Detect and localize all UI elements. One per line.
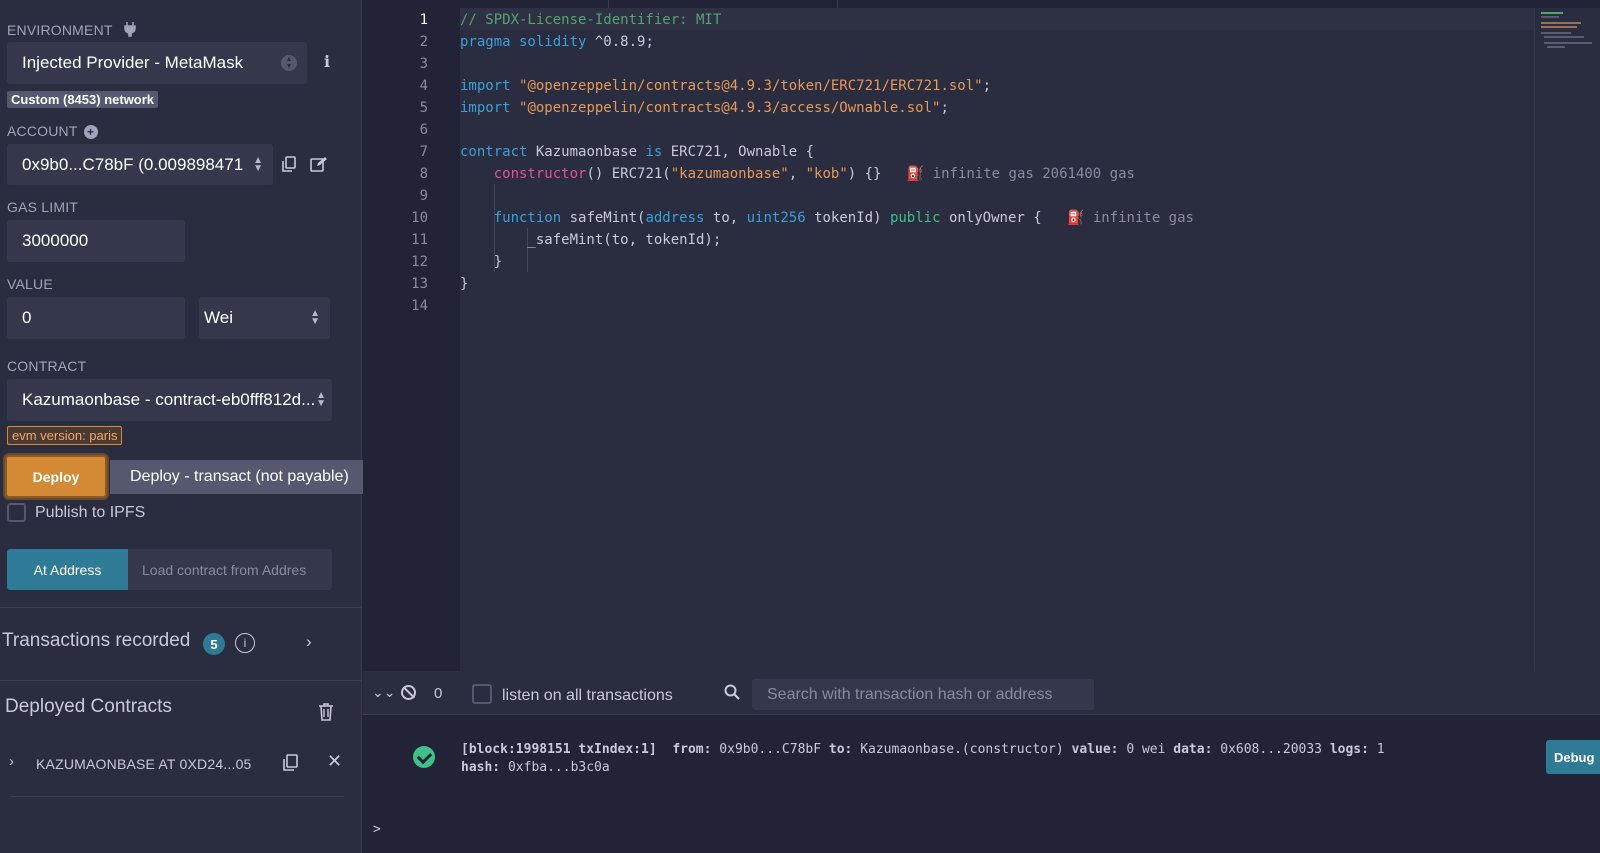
search-icon bbox=[724, 684, 740, 700]
deployed-contracts-title: Deployed Contracts bbox=[5, 696, 172, 717]
code-line-13: } bbox=[460, 276, 469, 292]
code-line-12: } bbox=[460, 254, 503, 270]
gas-estimate: infinite gas bbox=[1092, 210, 1194, 226]
deploy-tooltip: Deploy - transact (not payable) bbox=[110, 460, 386, 494]
line-number: 11 bbox=[411, 232, 428, 248]
value-label: VALUE bbox=[7, 276, 53, 292]
listen-all-label: listen on all transactions bbox=[502, 687, 673, 704]
close-icon[interactable]: ✕ bbox=[327, 751, 342, 772]
network-badge: Custom (8453) network bbox=[7, 91, 159, 108]
at-address-button[interactable]: At Address bbox=[7, 549, 128, 590]
minimap-line bbox=[1544, 42, 1592, 44]
trash-icon[interactable] bbox=[318, 702, 334, 722]
chevron-right-icon[interactable]: › bbox=[9, 753, 14, 770]
code-line-1: // SPDX-License-Identifier: MIT bbox=[460, 12, 722, 28]
chevron-right-icon[interactable]: › bbox=[306, 632, 312, 652]
edit-icon[interactable] bbox=[310, 156, 328, 173]
pending-tx-count: 0 bbox=[434, 685, 443, 702]
terminal-panel: ⌄⌄ 0 listen on all transactions Search w… bbox=[363, 671, 1600, 853]
code-line-2: pragma solidity ^0.8.9; bbox=[460, 34, 654, 50]
minimap[interactable] bbox=[1534, 8, 1600, 671]
code-editor[interactable]: 1 2 3 4 5 6 7 8 9 10 11 12 13 14 // SPDX… bbox=[363, 0, 1600, 671]
plug-icon bbox=[123, 22, 136, 37]
select-arrows-icon: ▲ ▼ bbox=[310, 308, 320, 327]
transaction-hash-line: hash: 0xfba...b3c0a bbox=[461, 760, 610, 775]
gas-limit-input[interactable]: 3000000 bbox=[7, 220, 185, 262]
transaction-search-input[interactable]: Search with transaction hash or address bbox=[752, 679, 1094, 710]
clear-console-icon[interactable] bbox=[401, 685, 416, 700]
load-contract-address-input[interactable]: Load contract from Addres bbox=[128, 549, 332, 590]
line-number: 6 bbox=[419, 122, 428, 138]
editor-tab[interactable] bbox=[608, 0, 838, 8]
minimap-line bbox=[1541, 22, 1581, 24]
divider bbox=[0, 607, 362, 608]
transaction-log-line[interactable]: [block:1998151 txIndex:1] from: 0x9b0...… bbox=[461, 742, 1385, 757]
debug-button[interactable]: Debug bbox=[1546, 740, 1600, 774]
deploy-run-panel: ENVIRONMENT Injected Provider - MetaMask… bbox=[0, 0, 386, 853]
code-line-7: contract Kazumaonbase is ERC721, Ownable… bbox=[460, 144, 815, 160]
terminal-prompt[interactable]: > bbox=[373, 822, 381, 837]
line-number: 12 bbox=[411, 254, 428, 270]
collapse-icon[interactable]: ⌄⌄ bbox=[372, 684, 395, 701]
transactions-recorded-title[interactable]: Transactions recorded bbox=[2, 630, 190, 652]
copy-icon[interactable] bbox=[282, 754, 299, 772]
transactions-count-badge: 5 bbox=[203, 633, 225, 655]
divider bbox=[0, 680, 362, 681]
evm-version-badge: evm version: paris bbox=[7, 426, 123, 445]
minimap-line bbox=[1547, 46, 1565, 48]
minimap-line bbox=[1541, 16, 1559, 18]
value-unit-select[interactable]: Wei ▲ ▼ bbox=[199, 297, 330, 339]
code-line-10: function safeMint(address to, uint256 to… bbox=[493, 210, 1194, 226]
deployed-contract-item[interactable]: › KAZUMAONBASE AT 0XD24...05 ✕ bbox=[0, 745, 362, 785]
deployed-contract-name: KAZUMAONBASE AT 0XD24...05 bbox=[36, 756, 252, 772]
minimap-line bbox=[1541, 32, 1571, 34]
success-check-icon bbox=[413, 746, 435, 768]
select-arrows-icon: ▲ ▼ bbox=[281, 55, 297, 71]
code-line-11: _safeMint(to, tokenId); bbox=[460, 232, 722, 248]
contract-select[interactable]: Kazumaonbase - contract-eb0fff812d... ▲ ▼ bbox=[7, 379, 332, 421]
publish-ipfs-checkbox[interactable] bbox=[7, 503, 26, 522]
gas-estimate: infinite gas 2061400 gas bbox=[932, 166, 1135, 182]
account-label: ACCOUNT + bbox=[7, 123, 98, 140]
minimap-line bbox=[1544, 36, 1584, 38]
code-line-4: import "@openzeppelin/contracts@4.9.3/to… bbox=[460, 78, 992, 94]
line-number: 2 bbox=[419, 34, 428, 50]
line-number: 10 bbox=[411, 210, 428, 226]
terminal-toolbar: ⌄⌄ 0 listen on all transactions Search w… bbox=[363, 671, 1600, 715]
code-area[interactable]: // SPDX-License-Identifier: MIT pragma s… bbox=[460, 8, 1534, 671]
environment-select[interactable]: Injected Provider - MetaMask ▲ ▼ bbox=[7, 42, 307, 84]
code-line-8: constructor() ERC721("kazumaonbase", "ko… bbox=[493, 166, 1135, 182]
line-number: 3 bbox=[419, 56, 428, 72]
line-number: 14 bbox=[411, 298, 428, 314]
listen-all-checkbox[interactable] bbox=[472, 684, 492, 704]
line-number-gutter: 1 2 3 4 5 6 7 8 9 10 11 12 13 14 bbox=[363, 8, 460, 671]
publish-ipfs-label: Publish to IPFS bbox=[35, 504, 146, 521]
gas-limit-label: GAS LIMIT bbox=[7, 199, 79, 215]
select-arrows-icon: ▲ ▼ bbox=[253, 154, 263, 174]
contract-label: CONTRACT bbox=[7, 358, 87, 374]
line-number: 9 bbox=[419, 188, 428, 204]
copy-icon[interactable] bbox=[281, 156, 297, 173]
line-number: 8 bbox=[419, 166, 428, 182]
minimap-line bbox=[1541, 12, 1563, 14]
line-number: 13 bbox=[411, 276, 428, 292]
line-number: 7 bbox=[419, 144, 428, 160]
value-input[interactable]: 0 bbox=[7, 297, 185, 339]
divider bbox=[10, 796, 344, 797]
line-number: 1 bbox=[419, 12, 428, 28]
deploy-button[interactable]: Deploy bbox=[5, 455, 107, 498]
info-icon[interactable]: i bbox=[324, 52, 330, 71]
minimap-line bbox=[1541, 26, 1577, 28]
line-number: 4 bbox=[419, 78, 428, 94]
environment-label: ENVIRONMENT bbox=[7, 21, 138, 38]
code-line-5: import "@openzeppelin/contracts@4.9.3/ac… bbox=[460, 100, 949, 116]
add-account-icon[interactable]: + bbox=[83, 125, 98, 140]
line-number: 5 bbox=[419, 100, 428, 116]
account-select[interactable]: 0x9b0...C78bF (0.00989847‌1 ▲ ▼ bbox=[7, 144, 273, 185]
info-icon[interactable]: i bbox=[235, 633, 255, 653]
select-arrows-icon: ▲ ▼ bbox=[316, 390, 326, 409]
